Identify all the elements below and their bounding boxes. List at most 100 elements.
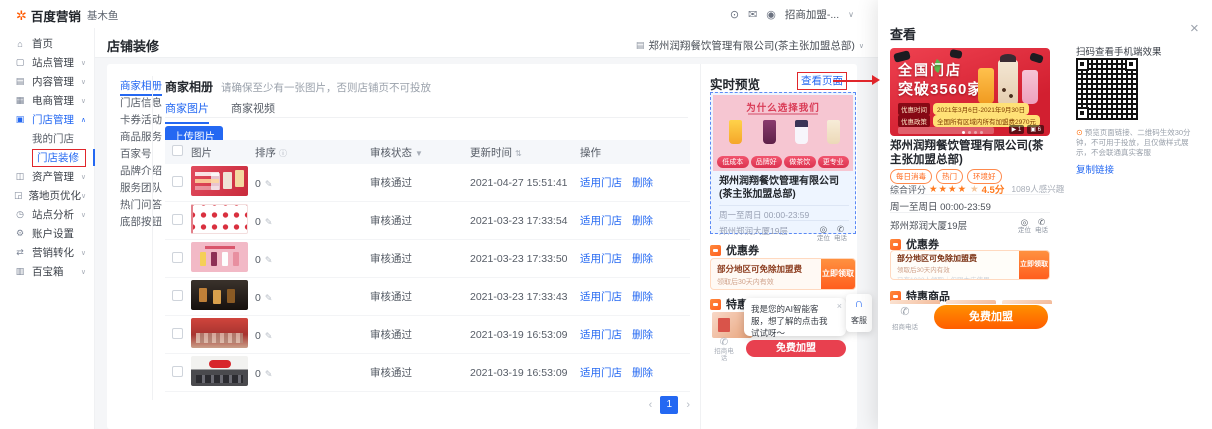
sidebar-item-home[interactable]: ⌂首页	[0, 34, 94, 53]
apply-store-link[interactable]: 适用门店	[580, 367, 622, 379]
claim-coupon-button[interactable]: 立即领取	[1019, 251, 1049, 279]
row-thumbnail-red-banner[interactable]	[191, 166, 248, 196]
preview-title: 实时预览	[710, 74, 760, 93]
page-title-bar: 店铺装修 ▤ 郑州润翔餐饮管理有限公司(茶主张加盟总部) ∨	[95, 28, 878, 58]
next-page-icon[interactable]: ›	[686, 399, 690, 411]
delete-link[interactable]: 删除	[632, 177, 653, 189]
apply-store-link[interactable]: 适用门店	[580, 215, 622, 227]
row-thumbnail-store-crowd[interactable]	[191, 318, 248, 348]
nav-item-brand-intro[interactable]: 品牌介绍	[120, 163, 162, 180]
apply-store-link[interactable]: 适用门店	[580, 253, 622, 265]
edit-sort-icon[interactable]: ✎	[265, 217, 273, 227]
carousel-dots[interactable]	[962, 131, 983, 134]
sidebar-item-toolbox[interactable]: ▥百宝箱∨	[0, 262, 94, 281]
sort-icon[interactable]: ⇅	[515, 149, 522, 158]
row-thumbnail-pink-drinks[interactable]	[191, 242, 248, 272]
sidebar-item-my-stores[interactable]: 我的门店	[0, 129, 94, 148]
avatar-icon: ◉	[766, 8, 776, 21]
nav-item-store-info[interactable]: 门店信息	[120, 95, 162, 112]
sidebar-item-content-mgmt[interactable]: ▤内容管理∨	[0, 72, 94, 91]
chevron-down-icon: ∨	[81, 268, 86, 276]
nav-item-goods-services[interactable]: 商品服务	[120, 129, 162, 146]
tab-merchant-videos[interactable]: 商家视频	[231, 100, 275, 124]
logo-subtext: 基木鱼	[87, 8, 119, 23]
sidebar-item-store-decoration[interactable]: 门店装修	[0, 148, 94, 167]
coupon-section-title: 优惠券	[726, 242, 759, 258]
image-count-badge[interactable]: ▣ 6	[1027, 125, 1044, 134]
delete-link[interactable]: 删除	[632, 329, 653, 341]
close-icon[interactable]: ×	[1190, 20, 1199, 37]
row-checkbox[interactable]	[172, 214, 183, 225]
chevron-down-icon: ∨	[81, 192, 86, 200]
preview-store-card[interactable]: 为什么选择我们 低成本 品牌好 做茶饮 更专业 郑州润翔餐饮管理有限公司(茶主张…	[710, 92, 856, 234]
nav-item-baijiahao[interactable]: 百家号	[120, 146, 162, 163]
user-menu[interactable]: 招商加盟-...	[785, 7, 839, 22]
row-thumbnail-icon-grid[interactable]	[191, 204, 248, 234]
delete-link[interactable]: 删除	[632, 291, 653, 303]
store-banner-image[interactable]: 全国门店 突破3560家 优惠时间 2021年3月6日-2021年9月30日 优…	[890, 48, 1050, 136]
nav-item-bottom-button[interactable]: 底部按钮	[120, 214, 162, 231]
phone-button[interactable]: ✆电话	[832, 225, 849, 243]
help-icon[interactable]: ⊙	[730, 8, 739, 21]
sidebar-item-store-mgmt[interactable]: ▣门店管理∧	[0, 110, 94, 129]
row-checkbox[interactable]	[172, 366, 183, 377]
video-count-badge[interactable]: ▶ 1	[1009, 125, 1025, 134]
filter-icon[interactable]: ▼	[415, 149, 423, 158]
service-float-button[interactable]: ∩ 客服	[846, 294, 872, 332]
row-thumbnail-storefront[interactable]	[191, 356, 248, 386]
sidebar-item-asset-mgmt[interactable]: ◫资产管理∨	[0, 167, 94, 186]
locate-button[interactable]: ◎定位	[815, 225, 832, 243]
close-icon[interactable]: ×	[837, 300, 842, 312]
preview-phone-button[interactable]: ✆ 招商电话	[712, 338, 736, 362]
edit-sort-icon[interactable]: ✎	[265, 179, 273, 189]
message-icon[interactable]: ✉	[748, 8, 757, 21]
select-all-checkbox[interactable]	[172, 145, 183, 156]
preview-address: 郑州郑润大厦19层	[719, 225, 815, 243]
free-join-button[interactable]: 免费加盟	[746, 340, 846, 357]
merchant-phone-button[interactable]: ✆ 招商电话	[892, 306, 918, 332]
locate-button[interactable]: ◎定位	[1016, 218, 1033, 235]
content-icon: ▤	[14, 76, 26, 87]
apply-store-link[interactable]: 适用门店	[580, 291, 622, 303]
claim-coupon-button[interactable]: 立即领取	[821, 259, 855, 289]
delete-link[interactable]: 删除	[632, 367, 653, 379]
row-checkbox[interactable]	[172, 290, 183, 301]
row-checkbox[interactable]	[172, 176, 183, 187]
promo-time-value: 2021年3月6日-2021年9月30日	[933, 103, 1029, 115]
phone-icon: ✆	[712, 338, 736, 348]
chat-bubble[interactable]: 我是您的AI智能客服，想了解的点击我试试呀～ ×	[744, 298, 846, 336]
edit-sort-icon[interactable]: ✎	[265, 255, 273, 265]
prev-page-icon[interactable]: ‹	[649, 399, 653, 411]
sidebar-item-landing-opt[interactable]: ◲落地页优化∨	[0, 186, 94, 205]
nav-item-service-team[interactable]: 服务团队	[120, 180, 162, 197]
delete-link[interactable]: 删除	[632, 253, 653, 265]
sidebar-item-site-analysis[interactable]: ◷站点分析∨	[0, 205, 94, 224]
copy-link-button[interactable]: 复制链接	[1076, 162, 1114, 176]
apply-store-link[interactable]: 适用门店	[580, 329, 622, 341]
info-icon[interactable]: ⓘ	[279, 149, 287, 158]
edit-sort-icon[interactable]: ✎	[265, 331, 273, 341]
nav-item-merchant-album[interactable]: 商家相册	[120, 78, 162, 95]
delete-link[interactable]: 删除	[632, 215, 653, 227]
sidebar-item-marketing-conversion[interactable]: ⇄营销转化∨	[0, 243, 94, 262]
apply-store-link[interactable]: 适用门店	[580, 177, 622, 189]
asset-icon: ◫	[14, 171, 26, 182]
sidebar-item-site-mgmt[interactable]: ▢站点管理∨	[0, 53, 94, 72]
nav-item-coupon-activity[interactable]: 卡券活动	[120, 112, 162, 129]
free-join-button[interactable]: 免费加盟	[934, 305, 1048, 329]
company-selector[interactable]: ▤ 郑州润翔餐饮管理有限公司(茶主张加盟总部) ∨	[636, 38, 864, 53]
edit-sort-icon[interactable]: ✎	[265, 369, 273, 379]
row-thumbnail-dark-drinks[interactable]	[191, 280, 248, 310]
drink-cup-image	[1022, 70, 1038, 104]
edit-sort-icon[interactable]: ✎	[265, 293, 273, 303]
user-caret-icon[interactable]: ∨	[848, 10, 854, 19]
settings-icon: ⚙	[14, 228, 26, 239]
page-number[interactable]: 1	[660, 396, 678, 414]
phone-button[interactable]: ✆电话	[1033, 218, 1050, 235]
nav-item-hot-qa[interactable]: 热门问答	[120, 197, 162, 214]
tab-merchant-images[interactable]: 商家图片	[165, 100, 209, 124]
row-checkbox[interactable]	[172, 252, 183, 263]
sidebar-item-ecommerce-mgmt[interactable]: ▦电商管理∨	[0, 91, 94, 110]
row-checkbox[interactable]	[172, 328, 183, 339]
sidebar-item-account-settings[interactable]: ⚙账户设置	[0, 224, 94, 243]
